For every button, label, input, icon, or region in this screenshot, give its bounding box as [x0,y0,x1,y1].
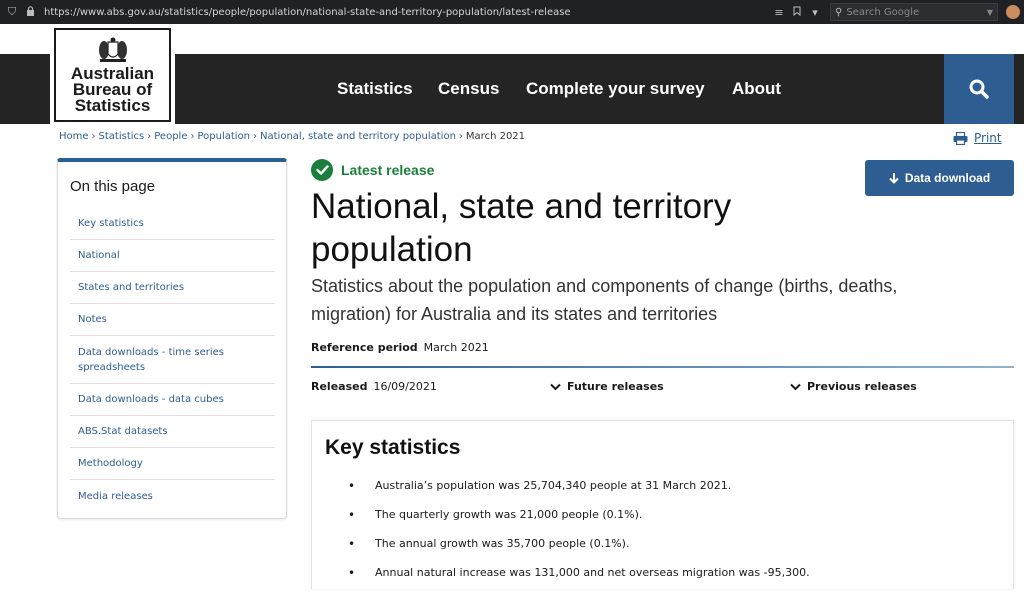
print-link[interactable]: Print [953,131,1002,145]
page-subtitle: Statistics about the population and comp… [311,276,898,324]
divider [311,366,1014,368]
chevron-down-icon [790,383,801,390]
list-item: • The quarterly growth was 21,000 people … [348,508,988,537]
list-item: • The annual growth was 35,700 people (0.… [348,537,988,566]
chevron-down-icon[interactable]: ▼ [987,8,993,17]
sidebar-item-data-cubes[interactable]: Data downloads - data cubes [70,384,275,416]
nav-item-complete-survey[interactable]: Complete your survey [526,79,705,99]
avatar[interactable] [1006,5,1020,19]
chevron-right-icon: › [190,131,195,142]
sidebar-item-media-releases[interactable]: Media releases [70,480,275,512]
logo-text-line-3: Statistics [74,96,151,115]
logo-frame: Australian Bureau of Statistics [54,28,171,122]
breadcrumb-people[interactable]: People [154,131,187,142]
chevron-right-icon: › [147,131,152,142]
breadcrumb: Home › Statistics › People › Population › Nation… [59,131,525,142]
chevron-right-icon: › [91,131,96,142]
browser-toolbar: ⛉ https://www.abs.gov.au/statistics/peop… [0,0,1024,24]
search-icon: ⚲ [835,6,843,18]
latest-release-label: Latest release [341,162,435,178]
key-stat-text: The annual growth was 35,700 people (0.1… [375,537,630,550]
sidebar-item-methodology[interactable]: Methodology [70,448,275,480]
list-item: • Australia’s population was 25,704,340 p… [348,479,988,508]
on-this-page-panel: On this page Key statistics National Sta… [57,158,287,519]
previous-releases-toggle[interactable]: Previous releases [790,380,917,393]
list-item: • Annual natural increase was 131,000 and… [348,566,988,595]
chevron-down-icon [550,383,561,390]
future-releases-label: Future releases [567,380,664,393]
nav-item-about[interactable]: About [732,79,781,99]
key-statistics-list: • Australia’s population was 25,704,340 p… [348,479,988,595]
release-date: Released 16/09/2021 [311,380,437,393]
sidebar-title: On this page [70,178,156,195]
sidebar-item-national[interactable]: National [70,240,275,272]
key-statistics-title: Key statistics [325,436,461,459]
breadcrumb-home[interactable]: Home [59,131,89,142]
released-label: Released [311,380,368,393]
printer-icon [953,131,968,145]
bullet-icon: • [348,479,356,493]
coat-of-arms-icon [98,37,127,62]
nav-item-statistics[interactable]: Statistics [337,79,413,99]
sidebar-item-key-statistics[interactable]: Key statistics [70,208,275,240]
breadcrumb-current: March 2021 [465,131,526,142]
bullet-icon: • [348,537,356,551]
key-stat-text: Annual natural increase was 131,000 and … [375,566,810,579]
chevron-right-icon: › [253,131,258,142]
breadcrumb-population[interactable]: Population [197,131,250,142]
abs-logo[interactable]: Australian Bureau of Statistics [50,24,175,126]
sidebar-item-time-series[interactable]: Data downloads - time series spreadsheet… [70,336,275,384]
reference-period-label: Reference period [311,341,418,354]
sidebar-item-states-territories[interactable]: States and territories [70,272,275,304]
data-download-label: Data download [904,171,991,185]
sidebar-item-notes[interactable]: Notes [70,304,275,336]
sidebar-item-abs-stat[interactable]: ABS.Stat datasets [70,416,275,448]
latest-release-badge: Latest release [311,159,434,181]
key-statistics-card: Key statistics • Australia’s population w… [311,420,1014,589]
future-releases-toggle[interactable]: Future releases [550,380,664,393]
chevron-right-icon: › [458,131,463,142]
reference-period-value: March 2021 [423,341,489,354]
reference-period: Reference period March 2021 [311,341,489,354]
print-label: Print [974,131,1002,145]
check-circle-icon [311,159,333,181]
breadcrumb-statistics[interactable]: Statistics [99,131,145,142]
bookmark-icon[interactable] [788,6,806,19]
data-download-button[interactable]: Data download [865,160,1014,196]
nav-item-census[interactable]: Census [438,79,499,99]
breadcrumb-national-state-territory[interactable]: National, state and territory population [260,131,456,142]
bullet-icon: • [348,566,356,580]
address-bar-url[interactable]: https://www.abs.gov.au/statistics/people… [44,7,571,18]
previous-releases-label: Previous releases [807,380,917,393]
browser-search-placeholder: Search Google [846,6,920,18]
search-icon [969,79,989,99]
released-value: 16/09/2021 [373,380,437,393]
key-stat-text: The quarterly growth was 21,000 people (… [375,508,643,521]
site-search-button[interactable] [944,54,1014,124]
page-title: National, state and territory population [311,187,732,269]
reader-view-icon[interactable]: ≡ [770,6,788,19]
arrow-down-icon [889,173,899,184]
bullet-icon: • [348,508,356,522]
sidebar-list: Key statistics National States and terri… [70,208,275,512]
browser-search-box[interactable]: ⚲ Search Google ▼ [830,3,998,21]
chevron-down-icon[interactable]: ▾ [806,6,824,19]
shield-icon[interactable]: ⛉ [6,5,18,19]
key-stat-text: Australia’s population was 25,704,340 pe… [375,479,732,492]
lock-icon[interactable] [24,5,36,19]
